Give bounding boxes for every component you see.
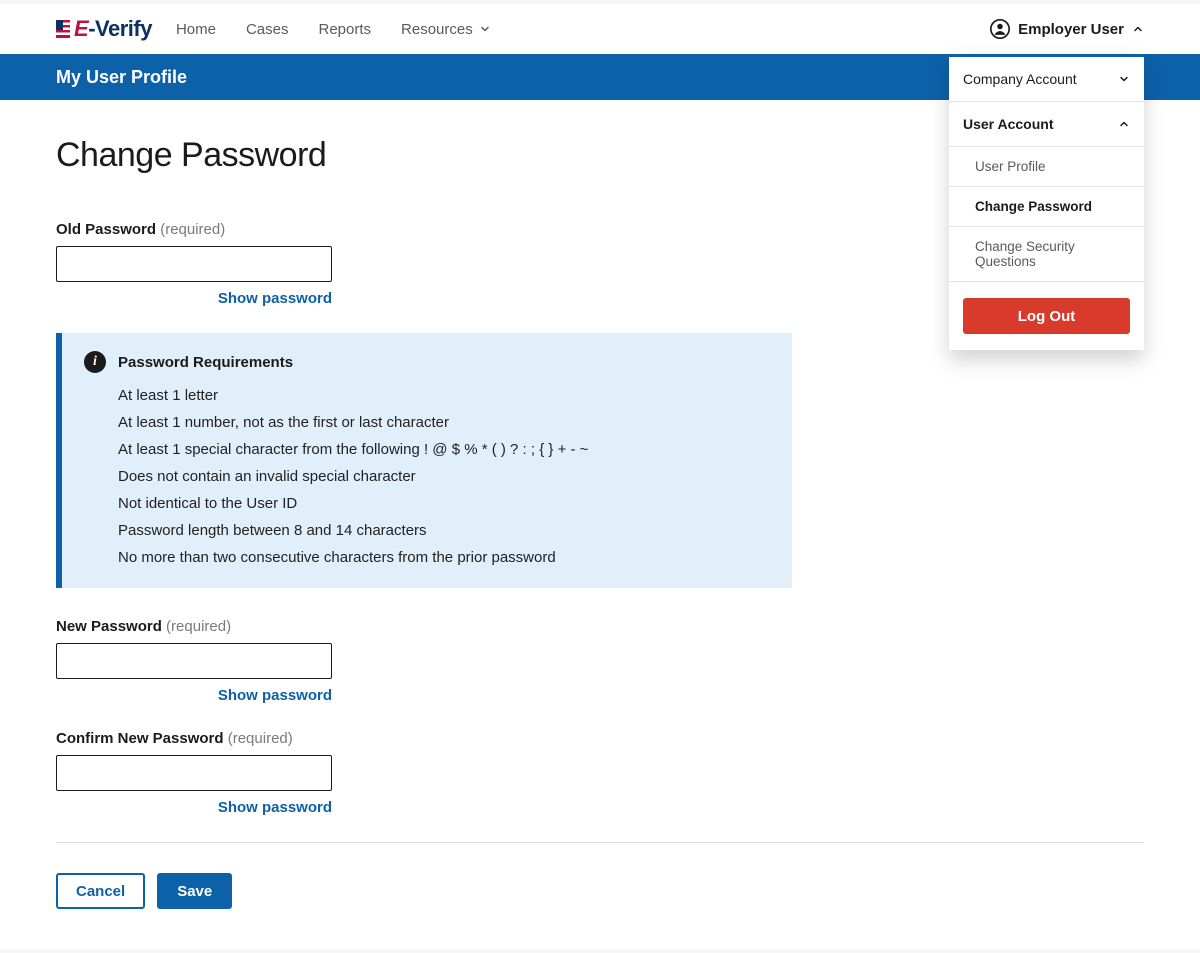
dropdown-company-account[interactable]: Company Account	[949, 57, 1144, 102]
user-menu-label: Employer User	[1018, 21, 1124, 38]
new-password-input[interactable]	[56, 643, 332, 679]
nav-reports[interactable]: Reports	[319, 21, 372, 38]
confirm-password-label: Confirm New Password (required)	[56, 730, 1144, 747]
info-icon: i	[84, 351, 106, 373]
requirement-item: Password length between 8 and 14 charact…	[118, 522, 770, 539]
nav-cases[interactable]: Cases	[246, 21, 289, 38]
brand-logo-e: E	[74, 16, 88, 42]
dropdown-user-account-label: User Account	[963, 116, 1054, 132]
dropdown-change-password[interactable]: Change Password	[949, 187, 1144, 227]
password-requirements-box: i Password Requirements At least 1 lette…	[56, 333, 792, 588]
dropdown-user-profile[interactable]: User Profile	[949, 147, 1144, 187]
brand-logo-dash: -	[88, 16, 95, 42]
banner-title: My User Profile	[56, 67, 187, 88]
brand-logo-verify: Verify	[95, 16, 152, 42]
top-navigation: E-Verify Home Cases Reports Resources Em…	[0, 4, 1200, 54]
old-password-input[interactable]	[56, 246, 332, 282]
old-password-label-text: Old Password	[56, 221, 156, 238]
chevron-down-icon	[1118, 73, 1130, 85]
requirement-item: At least 1 letter	[118, 387, 770, 404]
requirement-item: No more than two consecutive characters …	[118, 549, 770, 566]
requirement-item: At least 1 number, not as the first or l…	[118, 414, 770, 431]
new-password-label-text: New Password	[56, 618, 162, 635]
requirements-heading-row: i Password Requirements	[84, 351, 770, 373]
separator	[56, 842, 1144, 843]
requirements-list: At least 1 letter At least 1 number, not…	[84, 387, 770, 566]
show-new-password[interactable]: Show password	[56, 687, 332, 704]
cancel-button[interactable]: Cancel	[56, 873, 145, 909]
user-dropdown: Company Account User Account User Profil…	[949, 54, 1144, 350]
requirements-heading: Password Requirements	[118, 354, 293, 371]
requirement-item: At least 1 special character from the fo…	[118, 441, 770, 458]
chevron-up-icon	[1118, 118, 1130, 130]
form-actions: Cancel Save	[56, 873, 1144, 909]
dropdown-company-account-label: Company Account	[963, 71, 1077, 87]
brand-logo[interactable]: E-Verify	[56, 16, 152, 42]
new-password-label: New Password (required)	[56, 618, 1144, 635]
confirm-password-label-text: Confirm New Password	[56, 730, 224, 747]
primary-nav: Home Cases Reports Resources	[176, 21, 491, 38]
nav-home[interactable]: Home	[176, 21, 216, 38]
nav-resources[interactable]: Resources	[401, 21, 491, 38]
confirm-password-input[interactable]	[56, 755, 332, 791]
logout-button[interactable]: Log Out	[963, 298, 1130, 334]
user-menu-trigger[interactable]: Employer User	[990, 19, 1144, 39]
save-button[interactable]: Save	[157, 873, 232, 909]
requirement-item: Does not contain an invalid special char…	[118, 468, 770, 485]
required-hint: (required)	[228, 730, 293, 747]
show-old-password[interactable]: Show password	[56, 290, 332, 307]
nav-resources-label: Resources	[401, 21, 473, 38]
dropdown-change-security-questions[interactable]: Change Security Questions	[949, 227, 1144, 282]
user-icon	[990, 19, 1010, 39]
confirm-password-group: Confirm New Password (required) Show pas…	[56, 730, 1144, 816]
new-password-group: New Password (required) Show password	[56, 618, 1144, 704]
requirement-item: Not identical to the User ID	[118, 495, 770, 512]
required-hint: (required)	[166, 618, 231, 635]
chevron-down-icon	[479, 23, 491, 35]
dropdown-user-account[interactable]: User Account	[949, 102, 1144, 147]
required-hint: (required)	[160, 221, 225, 238]
show-confirm-password[interactable]: Show password	[56, 799, 332, 816]
flag-icon	[56, 20, 70, 38]
chevron-up-icon	[1132, 23, 1144, 35]
